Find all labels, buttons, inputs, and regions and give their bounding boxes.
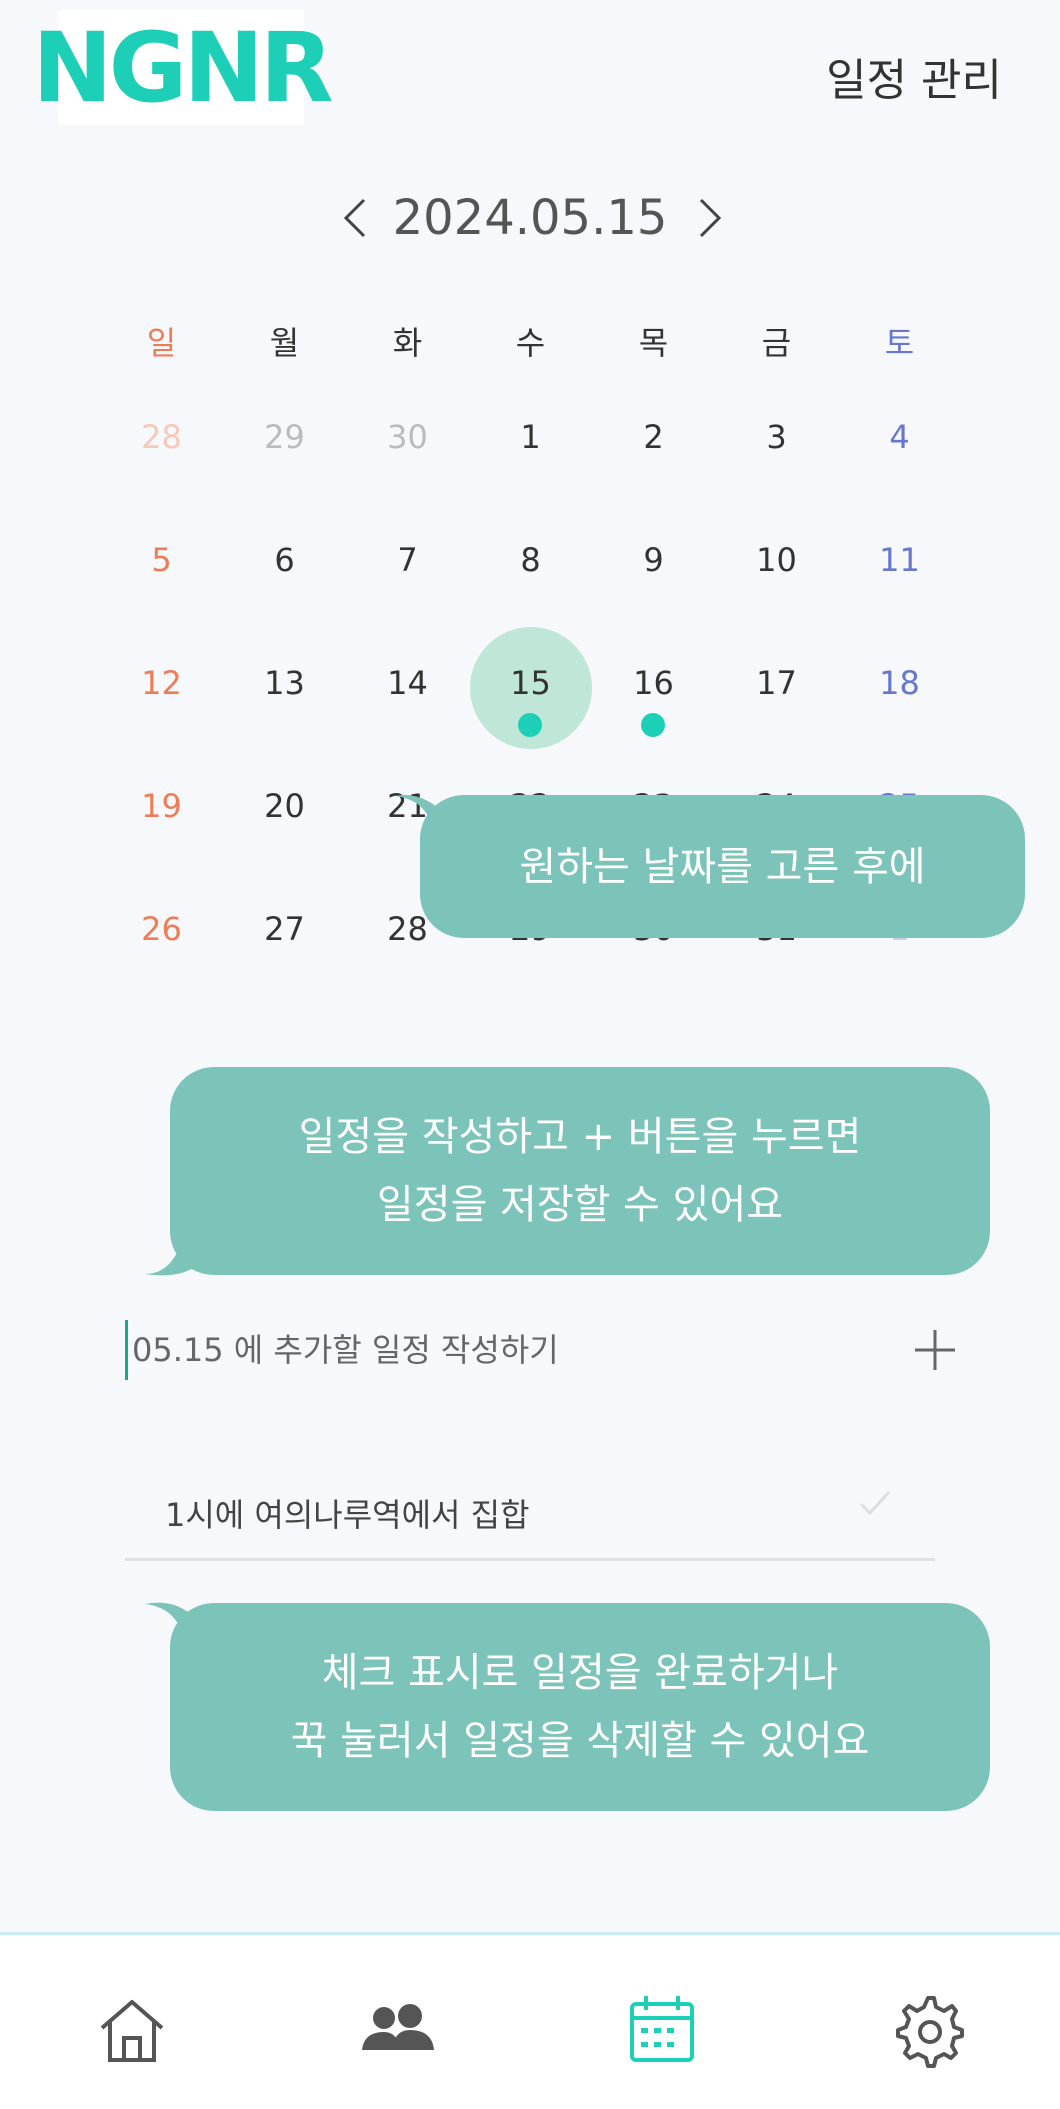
page-title: 일정 관리 <box>826 55 1002 106</box>
schedule-input[interactable] <box>125 1320 832 1380</box>
chevron-left-icon <box>343 198 366 238</box>
weekday-mon: 월 <box>269 324 300 362</box>
calendar-day[interactable]: 7 <box>346 541 469 579</box>
calendar-week: 12 13 14 15 16 17 18 <box>100 627 961 759</box>
calendar-day[interactable]: 8 <box>469 541 592 579</box>
tab-settings[interactable] <box>888 1990 968 2070</box>
calendar-day-selected[interactable]: 15 <box>469 664 592 702</box>
calendar-day[interactable]: 20 <box>223 787 346 825</box>
calendar-day[interactable]: 11 <box>838 541 961 579</box>
calendar-day[interactable]: 19 <box>100 787 223 825</box>
tip-bubble-select-date: 원하는 날짜를 고른 후에 <box>420 795 1025 938</box>
tip-bubble-add-schedule: 일정을 작성하고 + 버튼을 누르면 일정을 저장할 수 있어요 <box>170 1067 990 1275</box>
calendar-day[interactable]: 27 <box>223 910 346 948</box>
calendar-day[interactable]: 16 <box>592 664 715 702</box>
calendar-week: 28 29 30 1 2 3 4 <box>100 390 960 513</box>
tab-home[interactable] <box>92 1990 172 2070</box>
schedule-input-row <box>125 1320 965 1380</box>
calendar-day[interactable]: 17 <box>715 664 838 702</box>
event-dot <box>641 713 665 737</box>
todo-text: 1시에 여의나루역에서 집합 <box>165 1496 530 1534</box>
app-logo: NGNR <box>32 10 334 125</box>
next-date-button[interactable] <box>685 188 735 248</box>
tip-text: 일정을 저장할 수 있어요 <box>376 1182 784 1228</box>
chevron-right-icon <box>699 198 722 238</box>
calendar-day[interactable]: 2 <box>592 418 715 456</box>
weekday-tue: 화 <box>392 324 423 362</box>
calendar-day[interactable]: 3 <box>715 418 838 456</box>
tip-text: 일정을 작성하고 + 버튼을 누르면 <box>298 1114 862 1160</box>
calendar-day[interactable]: 4 <box>838 418 961 456</box>
weekday-thu: 목 <box>638 324 669 362</box>
tip-text: 꾹 눌러서 일정을 삭제할 수 있어요 <box>290 1718 870 1764</box>
event-dot <box>518 713 542 737</box>
friends-icon <box>362 2004 434 2050</box>
calendar-day[interactable]: 14 <box>346 664 469 702</box>
bottom-tab-bar <box>0 1932 1060 2109</box>
calendar-day[interactable]: 28 <box>100 418 223 456</box>
plus-icon <box>915 1330 955 1370</box>
calendar-day[interactable]: 26 <box>100 910 223 948</box>
prev-date-button[interactable] <box>330 188 380 248</box>
calendar-day[interactable]: 5 <box>100 541 223 579</box>
weekday-wed: 수 <box>515 324 546 362</box>
calendar-day[interactable]: 18 <box>838 664 961 702</box>
tip-text: 체크 표시로 일정을 완료하거나 <box>321 1650 839 1696</box>
check-icon <box>859 1490 891 1516</box>
calendar-icon <box>630 1996 694 2062</box>
weekday-sat: 토 <box>884 324 915 362</box>
add-schedule-button[interactable] <box>905 1320 965 1380</box>
tab-calendar[interactable] <box>622 1990 702 2070</box>
todo-item[interactable]: 1시에 여의나루역에서 집합 <box>125 1470 935 1561</box>
calendar-day[interactable]: 13 <box>223 664 346 702</box>
settings-icon <box>896 1996 964 2068</box>
logo-text: NGNR <box>32 11 333 124</box>
weekday-header: 일 월 화 수 목 금 토 <box>100 290 960 390</box>
tab-friends[interactable] <box>358 1990 438 2070</box>
calendar-day[interactable]: 30 <box>346 418 469 456</box>
weekday-fri: 금 <box>761 324 792 362</box>
calendar-day[interactable]: 6 <box>223 541 346 579</box>
calendar-day[interactable]: 29 <box>223 418 346 456</box>
tip-text: 원하는 날짜를 고른 후에 <box>519 843 926 890</box>
calendar-day[interactable]: 10 <box>715 541 838 579</box>
complete-todo-button[interactable] <box>855 1482 895 1522</box>
calendar-week: 5 6 7 8 9 10 11 <box>100 513 960 636</box>
calendar-day[interactable]: 9 <box>592 541 715 579</box>
calendar-day[interactable]: 12 <box>100 664 223 702</box>
tip-bubble-complete-delete: 체크 표시로 일정을 완료하거나 꾹 눌러서 일정을 삭제할 수 있어요 <box>170 1603 990 1811</box>
weekday-sun: 일 <box>146 324 177 362</box>
home-icon <box>100 2000 164 2062</box>
current-date: 2024.05.15 <box>392 190 668 246</box>
calendar-day[interactable]: 1 <box>469 418 592 456</box>
